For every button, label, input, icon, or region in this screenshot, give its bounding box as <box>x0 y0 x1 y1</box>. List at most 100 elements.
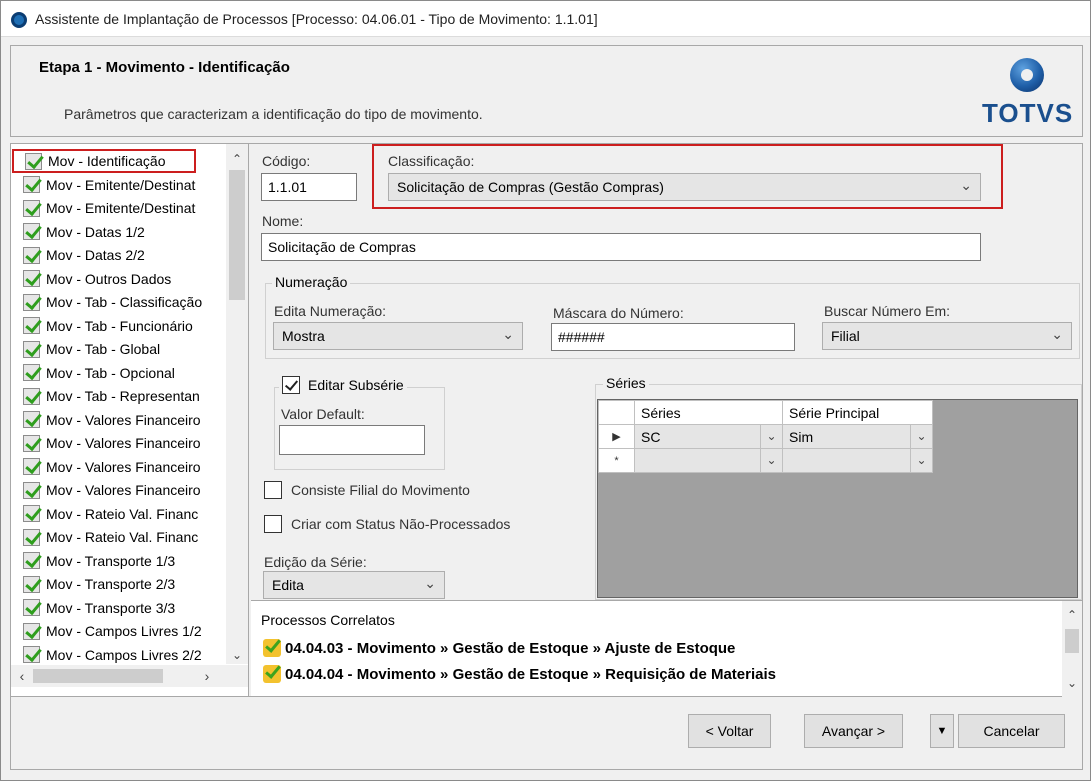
step-list-item[interactable]: Mov - Valores Financeiro <box>12 455 226 479</box>
title-bar: Assistente de Implantação de Processos [… <box>1 1 1090 37</box>
step-list-item[interactable]: Mov - Campos Livres 2/2 <box>12 643 226 667</box>
steps-horizontal-scrollbar[interactable]: ‹ › <box>11 665 248 687</box>
valor-default-label: Valor Default: <box>281 406 365 422</box>
step-check-icon <box>25 152 42 170</box>
step-list-item[interactable]: Mov - Tab - Global <box>12 337 226 361</box>
step-list-item[interactable]: Mov - Valores Financeiro <box>12 478 226 502</box>
valor-default-field[interactable] <box>279 425 425 455</box>
step-check-icon <box>23 340 40 358</box>
scroll-left-icon[interactable]: ‹ <box>11 665 33 687</box>
back-button[interactable]: < Voltar <box>688 714 771 748</box>
wizard-window: Assistente de Implantação de Processos [… <box>0 0 1091 781</box>
step-check-icon <box>23 176 40 193</box>
scroll-down-icon[interactable]: ⌄ <box>226 644 248 666</box>
chevron-down-icon[interactable]: ⌄ <box>910 449 932 472</box>
step-label: Mov - Tab - Classificação <box>46 294 203 310</box>
step-list-item[interactable]: Mov - Transporte 3/3 <box>12 596 226 620</box>
step-label: Mov - Valores Financeiro <box>46 435 201 451</box>
classificacao-label: Classificação: <box>388 153 475 169</box>
step-list-item[interactable]: Mov - Datas 1/2 <box>12 220 226 244</box>
editar-subserie-checkbox[interactable] <box>282 376 300 394</box>
mascara-field[interactable]: ###### <box>551 323 795 351</box>
buscar-value: Filial <box>831 328 860 344</box>
series-cell[interactable]: SC ⌄ <box>634 424 783 449</box>
app-icon <box>11 12 27 28</box>
step-list-item[interactable]: Mov - Valores Financeiro <box>12 408 226 432</box>
edita-numeracao-label: Edita Numeração: <box>274 303 387 319</box>
mascara-label: Máscara do Número: <box>553 305 684 321</box>
classificacao-select[interactable]: Solicitação de Compras (Gestão Compras) … <box>388 173 981 201</box>
related-process-item[interactable]: 04.04.04 - Movimento » Gestão de Estoque… <box>263 665 776 683</box>
serie-principal-value: Sim <box>789 428 814 445</box>
buscar-label: Buscar Número Em: <box>824 303 951 319</box>
step-list-item[interactable]: Mov - Rateio Val. Financ <box>12 525 226 549</box>
new-row-marker[interactable]: * <box>598 448 635 473</box>
totvs-logo: TOTVS <box>982 54 1072 134</box>
scroll-down-icon[interactable]: ⌄ <box>1062 673 1082 693</box>
codigo-label: Código: <box>262 153 311 169</box>
step-list-item[interactable]: Mov - Emitente/Destinat <box>12 196 226 220</box>
edicao-serie-select[interactable]: Edita ⌄ <box>263 571 445 599</box>
step-list-item[interactable]: Mov - Valores Financeiro <box>12 431 226 455</box>
steps-vertical-scrollbar[interactable]: ⌃ ⌄ <box>226 144 248 664</box>
classificacao-value: Solicitação de Compras (Gestão Compras) <box>397 179 664 195</box>
step-label: Mov - Emitente/Destinat <box>46 200 196 216</box>
consiste-filial-label: Consiste Filial do Movimento <box>291 482 470 498</box>
step-check-icon <box>23 458 40 475</box>
table-row: * ⌄ ⌄ <box>598 448 933 473</box>
step-description: Parâmetros que caracterizam a identifica… <box>64 106 483 122</box>
scroll-thumb[interactable] <box>1065 629 1079 653</box>
col-header-series[interactable]: Séries <box>634 400 783 425</box>
step-label: Mov - Valores Financeiro <box>46 458 201 475</box>
codigo-field[interactable]: 1.1.01 <box>261 173 357 201</box>
related-process-label: 04.04.04 - Movimento » Gestão de Estoque… <box>285 665 777 683</box>
next-button[interactable]: Avançar > <box>804 714 903 748</box>
nome-field[interactable]: Solicitação de Compras <box>261 233 981 261</box>
serie-principal-cell[interactable]: ⌄ <box>782 448 933 473</box>
step-list-item[interactable]: Mov - Tab - Funcionário <box>12 314 226 338</box>
criar-status-checkbox[interactable] <box>264 515 282 533</box>
chevron-down-icon[interactable]: ⌄ <box>760 449 782 472</box>
step-check-icon <box>23 528 40 546</box>
step-list-item[interactable]: Mov - Tab - Classificação <box>12 290 226 314</box>
step-list-item[interactable]: Mov - Tab - Representan <box>12 384 226 408</box>
process-check-icon <box>263 639 281 657</box>
edita-numeracao-select[interactable]: Mostra ⌄ <box>273 322 523 350</box>
step-list-item[interactable]: Mov - Identificação <box>12 149 196 173</box>
step-list-item[interactable]: Mov - Outros Dados <box>12 267 226 291</box>
chevron-down-icon[interactable]: ⌄ <box>760 425 782 448</box>
related-vertical-scrollbar[interactable]: ⌃ ⌄ <box>1062 601 1082 697</box>
buscar-select[interactable]: Filial ⌄ <box>822 322 1072 350</box>
chevron-down-icon[interactable]: ⌄ <box>910 425 932 448</box>
consiste-filial-checkbox[interactable] <box>264 481 282 499</box>
totvs-logo-text: TOTVS <box>982 98 1074 128</box>
col-header-serie-principal[interactable]: Série Principal <box>782 400 933 425</box>
scroll-thumb-horizontal[interactable] <box>33 669 163 683</box>
step-list-item[interactable]: Mov - Tab - Opcional <box>12 361 226 385</box>
scroll-thumb[interactable] <box>229 170 245 300</box>
step-check-icon <box>23 575 40 593</box>
step-list-item[interactable]: Mov - Transporte 2/3 <box>12 572 226 596</box>
related-process-item[interactable]: 04.04.03 - Movimento » Gestão de Estoque… <box>263 639 735 657</box>
step-list-item[interactable]: Mov - Rateio Val. Financ <box>12 502 226 526</box>
serie-principal-cell[interactable]: Sim ⌄ <box>782 424 933 449</box>
chevron-down-icon: ⌄ <box>960 177 972 193</box>
step-list-item[interactable]: Mov - Transporte 1/3 <box>12 549 226 573</box>
row-marker[interactable]: ▶ <box>598 424 635 449</box>
series-cell[interactable]: ⌄ <box>634 448 783 473</box>
step-list-item[interactable]: Mov - Campos Livres 1/2 <box>12 619 226 643</box>
step-list-item[interactable]: Mov - Emitente/Destinat <box>12 173 226 197</box>
step-check-icon <box>23 434 40 452</box>
step-list-item[interactable]: Mov - Datas 2/2 <box>12 243 226 267</box>
edita-numeracao-value: Mostra <box>282 328 325 344</box>
step-label: Mov - Valores Financeiro <box>46 482 201 498</box>
step-check-icon <box>23 317 40 334</box>
cancel-button[interactable]: Cancelar <box>958 714 1065 748</box>
series-header-row: Séries Série Principal <box>598 400 933 425</box>
scroll-right-icon[interactable]: › <box>196 665 218 687</box>
dropdown-arrow-icon[interactable]: ▼ <box>930 714 954 748</box>
scroll-up-icon[interactable]: ⌃ <box>1062 605 1082 625</box>
chevron-down-icon: ⌄ <box>424 575 436 591</box>
step-label: Mov - Transporte 2/3 <box>46 576 176 592</box>
scroll-up-icon[interactable]: ⌃ <box>226 148 248 170</box>
